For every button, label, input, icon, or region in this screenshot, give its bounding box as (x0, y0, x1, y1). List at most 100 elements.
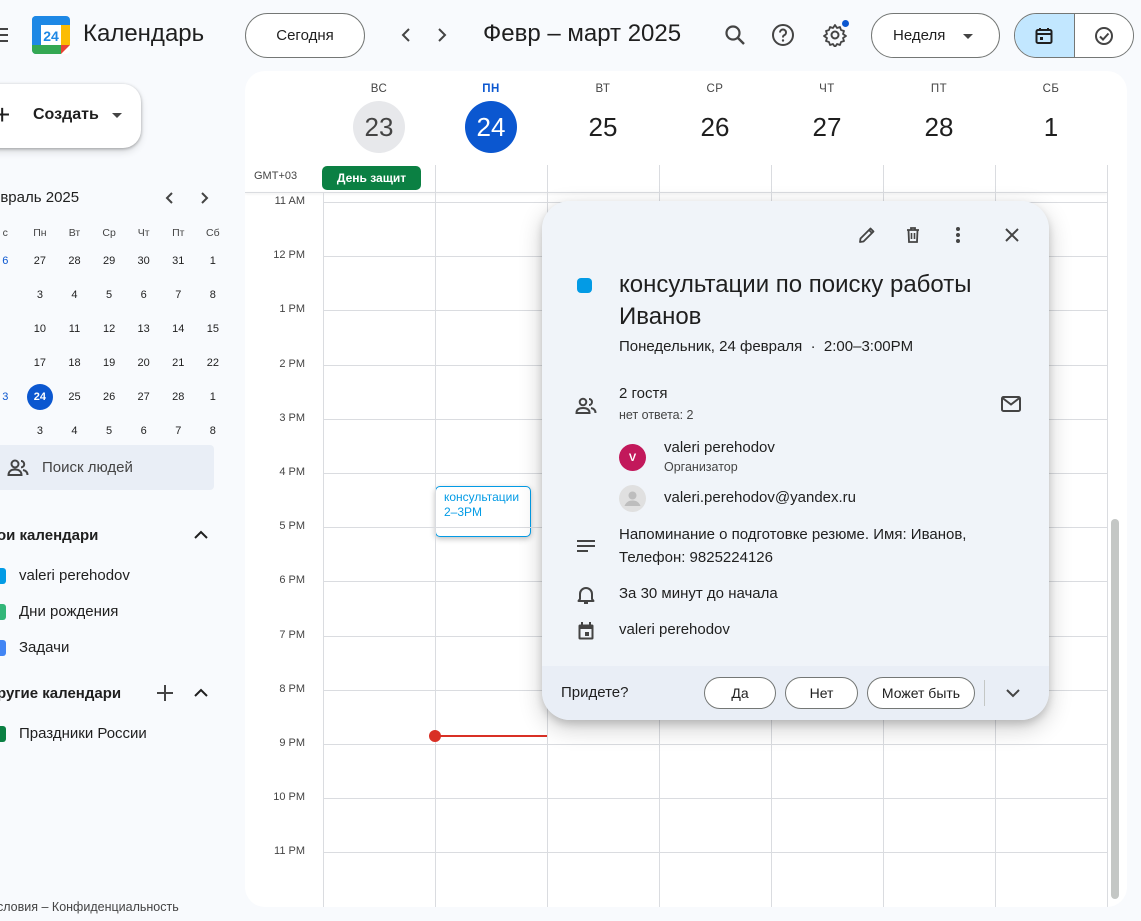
day-number[interactable]: 24 (465, 101, 517, 153)
mini-day[interactable]: 27 (23, 255, 58, 267)
mini-day[interactable]: 10 (23, 323, 58, 335)
mini-day[interactable]: 22 (196, 357, 231, 369)
more-options-icon[interactable] (946, 223, 970, 247)
calendar-checkbox[interactable] (0, 568, 6, 584)
mini-day[interactable]: 11 (57, 323, 92, 335)
calendar-checkbox[interactable] (0, 640, 6, 656)
calendar-checkbox[interactable] (0, 604, 6, 620)
mini-day[interactable]: 4 (57, 425, 92, 437)
day-number[interactable]: 25 (577, 101, 629, 153)
collapse-icon[interactable] (191, 683, 211, 703)
mini-day[interactable]: 4 (57, 289, 92, 301)
mini-week-row: 345678 (0, 414, 230, 448)
current-time-line (435, 735, 547, 737)
mini-day[interactable]: 31 (161, 255, 196, 267)
mini-day[interactable]: 18 (57, 357, 92, 369)
hour-line (323, 798, 1107, 800)
mini-day[interactable]: 5 (92, 425, 127, 437)
search-icon[interactable] (720, 20, 750, 50)
day-header[interactable]: ВТ 25 (547, 83, 659, 153)
mini-day[interactable]: 5 (92, 289, 127, 301)
mini-day[interactable]: 21 (161, 357, 196, 369)
mini-day[interactable]: 7 (161, 289, 196, 301)
mini-day[interactable]: 3 (0, 391, 23, 403)
mini-day[interactable]: 28 (57, 255, 92, 267)
chevron-down-icon[interactable] (1002, 682, 1024, 704)
day-header[interactable]: ПН 24 (435, 83, 547, 153)
mini-day[interactable]: 6 (126, 289, 161, 301)
day-number[interactable]: 26 (689, 101, 741, 153)
rsvp-maybe-button[interactable]: Может быть (867, 677, 975, 709)
day-number[interactable]: 27 (801, 101, 853, 153)
mini-day[interactable]: 25 (57, 391, 92, 403)
tasks-view-icon[interactable] (1074, 14, 1133, 57)
create-button[interactable]: + Создать (0, 84, 141, 148)
next-week-icon[interactable] (429, 22, 455, 48)
vertical-scrollbar[interactable] (1111, 519, 1119, 899)
day-header[interactable]: ПТ 28 (883, 83, 995, 153)
email-guests-icon[interactable] (1000, 395, 1024, 419)
help-icon[interactable] (768, 20, 798, 50)
event-block[interactable]: консультации 2–3PM (435, 486, 531, 537)
day-number[interactable]: 28 (913, 101, 965, 153)
mini-day[interactable]: 12 (92, 323, 127, 335)
day-header[interactable]: СР 26 (659, 83, 771, 153)
my-calendars-title[interactable]: ои календари (0, 527, 98, 544)
allday-event-chip[interactable]: День защит (322, 166, 421, 190)
prev-week-icon[interactable] (393, 22, 419, 48)
calendar-checkbox[interactable] (0, 726, 6, 742)
day-number[interactable]: 23 (353, 101, 405, 153)
other-calendars-title[interactable]: ругие календари (0, 685, 121, 702)
close-icon[interactable] (1000, 223, 1024, 247)
day-header[interactable]: СБ 1 (995, 83, 1107, 153)
view-selector[interactable]: Неделя (871, 13, 1000, 58)
event-time: 2:00–3:00PM (823, 338, 914, 355)
day-number[interactable]: 1 (1025, 101, 1077, 153)
mini-day[interactable]: 15 (196, 323, 231, 335)
day-header[interactable]: ЧТ 27 (771, 83, 883, 153)
mini-day[interactable]: 29 (92, 255, 127, 267)
mini-day[interactable]: 24 (23, 384, 58, 410)
rsvp-question: Придете? (561, 684, 629, 701)
mini-day[interactable]: 30 (126, 255, 161, 267)
mini-day[interactable]: 3 (23, 425, 58, 437)
mini-day[interactable]: 1 (196, 255, 231, 267)
add-calendar-icon[interactable] (155, 683, 175, 703)
mini-next-month-icon[interactable] (194, 188, 214, 208)
mini-day[interactable]: 28 (161, 391, 196, 403)
search-people-field[interactable]: Поиск людей (0, 445, 214, 490)
rsvp-yes-button[interactable]: Да (704, 677, 776, 709)
mini-day[interactable]: 26 (92, 391, 127, 403)
mini-day[interactable]: 3 (23, 289, 58, 301)
mini-day[interactable]: 8 (196, 425, 231, 437)
mini-day[interactable]: 20 (126, 357, 161, 369)
delete-icon[interactable] (901, 223, 925, 247)
mini-day[interactable]: 8 (196, 289, 231, 301)
mini-prev-month-icon[interactable] (160, 188, 180, 208)
view-selector-label: Неделя (893, 27, 946, 44)
mini-day[interactable]: 6 (126, 425, 161, 437)
mini-day[interactable]: 6 (0, 255, 23, 267)
mini-day[interactable]: 7 (161, 425, 196, 437)
menu-icon[interactable] (0, 24, 8, 46)
edit-icon[interactable] (855, 223, 879, 247)
calendar-view-icon[interactable] (1015, 14, 1075, 57)
event-color-swatch (577, 278, 592, 293)
mini-day[interactable]: 13 (126, 323, 161, 335)
avatar[interactable]: V (619, 444, 646, 471)
mini-day[interactable]: 1 (196, 391, 231, 403)
day-of-week: ПН (482, 83, 500, 95)
mini-day[interactable]: 27 (126, 391, 161, 403)
footer-links[interactable]: словия – Конфиденциальность (0, 900, 179, 914)
mini-day[interactable]: 17 (23, 357, 58, 369)
calendar-logo-icon[interactable]: 24 (32, 16, 70, 54)
day-header[interactable]: ВС 23 (323, 83, 435, 153)
rsvp-no-button[interactable]: Нет (785, 677, 858, 709)
avatar[interactable] (619, 485, 646, 512)
hour-label: 3 PM (279, 411, 305, 424)
mini-day[interactable]: 14 (161, 323, 196, 335)
mini-day[interactable]: 19 (92, 357, 127, 369)
settings-icon[interactable] (820, 20, 850, 50)
today-button[interactable]: Сегодня (245, 13, 365, 58)
collapse-icon[interactable] (191, 525, 211, 545)
